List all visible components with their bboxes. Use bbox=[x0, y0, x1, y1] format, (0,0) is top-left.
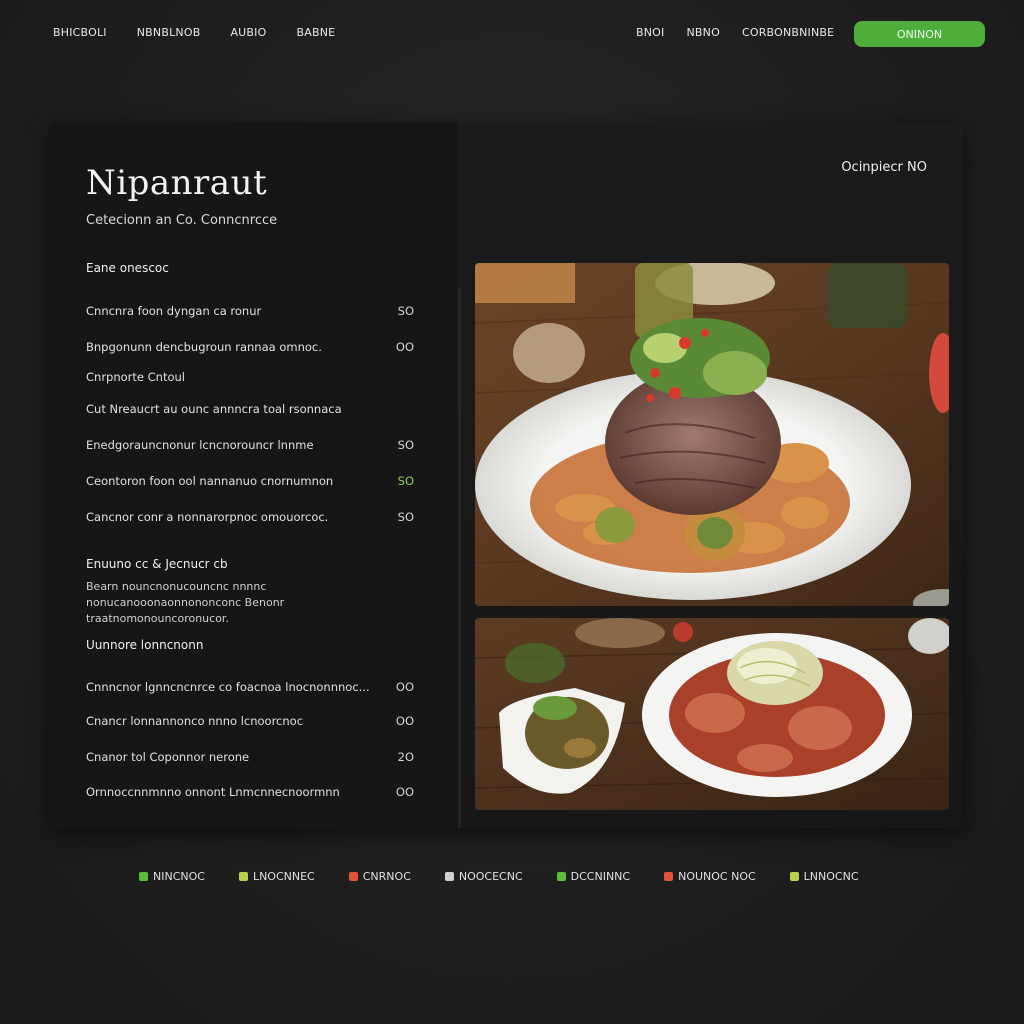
menu-item[interactable]: Bnpgonunn dencbugroun rannaa omnoc. OO bbox=[86, 340, 414, 354]
menu-item-name: Cnnncnor lgnncncnrce co foacnoa lnocnonn… bbox=[86, 680, 370, 694]
menu-item[interactable]: Cnrpnorte Cntoul bbox=[86, 370, 185, 384]
square-icon bbox=[664, 872, 674, 881]
nav-link-4[interactable]: BABNE bbox=[296, 26, 335, 39]
menu-item-price: SO bbox=[397, 474, 414, 488]
menu-item-name: Enedgorauncnonur lcncnorouncr lnnme bbox=[86, 438, 314, 452]
footer-link-7[interactable]: LNNOCNC bbox=[789, 870, 859, 883]
footer-link-3[interactable]: CNRNOC bbox=[348, 870, 411, 883]
menu-item-price: SO bbox=[397, 304, 414, 318]
restaurant-subtitle: Cetecionn an Co. Conncnrcce bbox=[86, 213, 278, 228]
panel-divider bbox=[458, 288, 461, 828]
menu-item-price: OO bbox=[395, 714, 414, 728]
restaurant-title: Nipanraut bbox=[86, 163, 268, 203]
footer-link-label: NOOCECNC bbox=[458, 870, 523, 883]
footer-link-label: NOUNOC NOC bbox=[678, 870, 756, 883]
footer-link-label: DCCNINNC bbox=[570, 870, 631, 883]
nav-link-5[interactable]: BNOI bbox=[636, 26, 664, 39]
section-heading-2: Enuuno cc & Jecnucr cb bbox=[86, 557, 228, 571]
menu-item[interactable]: Cnanor tol Coponnor nerone 2O bbox=[86, 750, 414, 764]
menu-item-price: OO bbox=[395, 785, 414, 799]
menu-item[interactable]: Cnnncnor lgnncncnrce co foacnoa lnocnonn… bbox=[86, 680, 414, 694]
menu-item-name: Cnanor tol Coponnor nerone bbox=[86, 750, 250, 764]
square-icon bbox=[444, 872, 454, 881]
food-photo-main bbox=[475, 263, 949, 606]
footer-link-4[interactable]: NOOCECNC bbox=[444, 870, 523, 883]
menu-item[interactable]: Cut Nreaucrt au ounc annncra toal rsonna… bbox=[86, 402, 342, 416]
section-description: Bearn nouncnonucouncnc nnnnc nonucanooon… bbox=[86, 580, 285, 625]
footer-link-6[interactable]: NOUNOC NOC bbox=[664, 870, 756, 883]
nav-left: BHICBOLI NBNBLNOB AUBIO BABNE bbox=[53, 26, 335, 39]
menu-item[interactable]: Cnncnra foon dyngan ca ronur SO bbox=[86, 304, 414, 318]
menu-item-name: Bnpgonunn dencbugroun rannaa omnoc. bbox=[86, 340, 322, 354]
food-photo-secondary bbox=[475, 618, 949, 810]
footer-link-1[interactable]: NINCNOC bbox=[139, 870, 205, 883]
menu-item-price: SO bbox=[397, 438, 414, 452]
nav-link-6[interactable]: NBNO bbox=[686, 26, 719, 39]
footer-link-label: NINCNOC bbox=[153, 870, 205, 883]
menu-item-name: Ornnoccnnmnno onnont Lnmcnnecnoormnn bbox=[86, 785, 340, 799]
nav-link-1[interactable]: BHICBOLI bbox=[53, 26, 107, 39]
nav-right: BNOI NBNO CORBONBNINBE bbox=[636, 26, 834, 39]
square-icon bbox=[556, 872, 566, 881]
nav-link-7[interactable]: CORBONBNINBE bbox=[742, 26, 834, 39]
section-heading-3: Uunnore lonncnonn bbox=[86, 638, 204, 652]
menu-item-name: Cancnor conr a nonnarorpnoc omouorcoc. bbox=[86, 510, 329, 524]
header-badge: Ocinpiecr NO bbox=[841, 160, 927, 175]
footer-link-5[interactable]: DCCNINNC bbox=[556, 870, 631, 883]
menu-item-price: SO bbox=[397, 510, 414, 524]
menu-item[interactable]: Cnancr lonnannonco nnno lcnoorcnoc OO bbox=[86, 714, 414, 728]
menu-item-name: Cnancr lonnannonco nnno lcnoorcnoc bbox=[86, 714, 304, 728]
menu-item-name: Ceontoron foon ool nannanuo cnornumnon bbox=[86, 474, 334, 488]
menu-card: Nipanraut Cetecionn an Co. Conncnrcce Oc… bbox=[50, 123, 963, 828]
footer-link-2[interactable]: LNOCNNEC bbox=[238, 870, 315, 883]
menu-item-price: OO bbox=[395, 680, 414, 694]
nav-link-3[interactable]: AUBIO bbox=[230, 26, 266, 39]
menu-item-price: OO bbox=[395, 340, 414, 354]
square-icon bbox=[789, 872, 799, 881]
menu-item[interactable]: Cancnor conr a nonnarorpnoc omouorcoc. S… bbox=[86, 510, 414, 524]
square-icon bbox=[139, 872, 148, 881]
footer-link-label: LNNOCNC bbox=[803, 870, 859, 883]
footer-links: NINCNOC LNOCNNEC CNRNOC NOOCECNC DCCNINN… bbox=[139, 870, 859, 883]
square-icon bbox=[348, 872, 358, 881]
menu-item-price: 2O bbox=[397, 750, 414, 764]
section-heading-1: Eane onescoc bbox=[86, 261, 169, 275]
square-icon bbox=[238, 872, 248, 881]
menu-item[interactable]: Enedgorauncnonur lcncnorouncr lnnme SO bbox=[86, 438, 414, 452]
menu-item-name: Cnncnra foon dyngan ca ronur bbox=[86, 304, 262, 318]
menu-item[interactable]: Ornnoccnnmnno onnont Lnmcnnecnoormnn OO bbox=[86, 785, 414, 799]
menu-item[interactable]: Ceontoron foon ool nannanuo cnornumnon S… bbox=[86, 474, 414, 488]
footer-link-label: LNOCNNEC bbox=[252, 870, 315, 883]
nav-link-2[interactable]: NBNBLNOB bbox=[137, 26, 201, 39]
footer-link-label: CNRNOC bbox=[362, 870, 411, 883]
cta-button[interactable]: ONINON bbox=[854, 21, 985, 47]
